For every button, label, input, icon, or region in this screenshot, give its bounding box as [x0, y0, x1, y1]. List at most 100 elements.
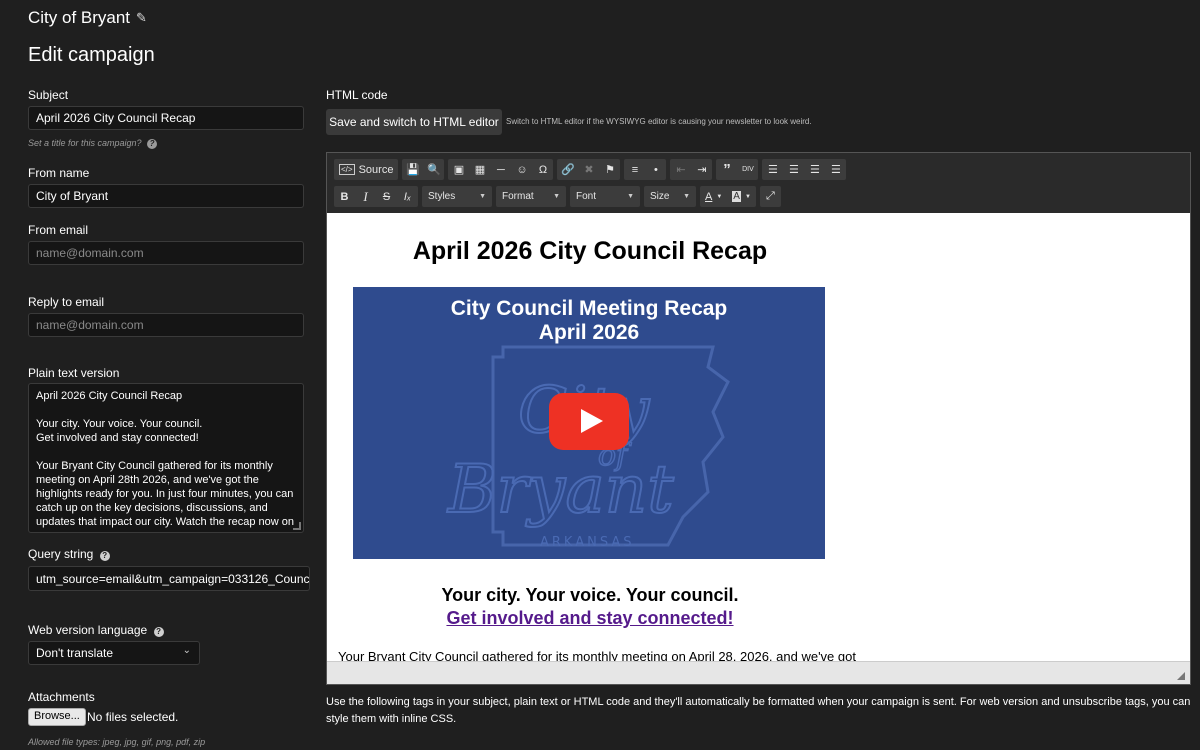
email-preview: April 2026 City Council Recap City of Br…: [335, 213, 856, 661]
align-center-icon[interactable]: ☰: [783, 159, 804, 180]
dropdown-arrow-icon: ▼: [627, 193, 634, 200]
resize-grip-icon[interactable]: [293, 522, 301, 530]
app-title-text: City of Bryant: [28, 8, 131, 27]
html-code-label: HTML code: [326, 88, 388, 102]
attachments-hint: Allowed file types: jpeg, jpg, gif, png,…: [28, 737, 206, 747]
video-title-line: City Council Meeting Recap: [450, 297, 728, 320]
font-dropdown[interactable]: Font ▼: [570, 186, 640, 207]
plain-text-line: [36, 403, 296, 417]
web-language-label: Web version language ?: [28, 623, 164, 637]
editor-toolbar: </> Source 💾 🔍 ▣ ▦ ─ ☺ Ω 🔗 ✖ ⚑ ≡ • ⇤ ⇥ ”…: [327, 153, 1190, 213]
tags-help-text: Use the following tags in your subject, …: [326, 696, 1191, 725]
query-string-input[interactable]: utm_source=email&utm_campaign=033126_Cou…: [28, 566, 310, 591]
attachments-label: Attachments: [28, 690, 95, 704]
maximize-icon[interactable]: ⤢: [760, 186, 781, 207]
web-language-select[interactable]: Don't translate ⌄: [28, 641, 200, 665]
indent-icon[interactable]: ⇥: [691, 159, 712, 180]
query-string-label-text: Query string: [28, 547, 94, 561]
bulleted-list-icon[interactable]: •: [645, 159, 666, 180]
from-name-label: From name: [28, 166, 90, 180]
resize-grip-icon[interactable]: [1177, 672, 1185, 680]
font-label: Font: [576, 191, 597, 202]
web-language-label-text: Web version language: [28, 623, 148, 637]
switch-html-hint: Switch to HTML editor if the WYSIWYG edi…: [506, 117, 812, 126]
play-icon[interactable]: [549, 393, 629, 450]
horizontal-line-icon[interactable]: ─: [490, 159, 511, 180]
video-title: City Council Meeting Recap April 2026: [353, 297, 825, 345]
help-icon[interactable]: ?: [99, 551, 110, 561]
size-dropdown[interactable]: Size ▼: [644, 186, 696, 207]
align-justify-icon[interactable]: ☰: [825, 159, 846, 180]
browse-button[interactable]: Browse...: [28, 708, 86, 726]
subject-label: Subject: [28, 88, 69, 102]
preview-icon[interactable]: 🔍: [423, 159, 444, 180]
align-right-icon[interactable]: ☰: [804, 159, 825, 180]
from-name-input[interactable]: City of Bryant: [28, 184, 304, 208]
reply-to-input[interactable]: name@domain.com: [28, 313, 304, 337]
dropdown-arrow-icon: ▼: [553, 193, 560, 200]
wysiwyg-editor[interactable]: </> Source 💾 🔍 ▣ ▦ ─ ☺ Ω 🔗 ✖ ⚑ ≡ • ⇤ ⇥ ”…: [326, 152, 1191, 685]
bold-button[interactable]: B: [334, 186, 355, 207]
no-files-text: No files selected.: [87, 710, 179, 724]
plain-text-line: [36, 445, 296, 459]
strikethrough-button[interactable]: S: [376, 186, 397, 207]
subject-hint-text: Set a title for this campaign?: [28, 138, 142, 148]
script-bryant-text: Bryant: [447, 451, 674, 528]
anchor-flag-icon[interactable]: ⚑: [599, 159, 620, 180]
align-left-icon[interactable]: ☰: [762, 159, 783, 180]
editor-statusbar: [327, 661, 1190, 684]
from-email-label: From email: [28, 223, 89, 237]
dropdown-arrow-icon: ▼: [683, 193, 690, 200]
background-color-icon[interactable]: A ▼: [727, 186, 756, 207]
source-label: Source: [358, 163, 394, 176]
source-button[interactable]: </> Source: [334, 159, 398, 180]
arkansas-text: ARKANSAS: [540, 535, 634, 550]
get-involved-link[interactable]: Get involved and stay connected!: [335, 608, 845, 629]
special-char-icon[interactable]: Ω: [532, 159, 553, 180]
source-icon: </>: [339, 164, 355, 175]
image-icon[interactable]: ▣: [448, 159, 469, 180]
plain-text-line: Your city. Your voice. Your council.: [36, 418, 203, 430]
plain-text-line: Get involved and stay connected!: [36, 432, 199, 444]
plain-text-textarea[interactable]: April 2026 City Council Recap Your city.…: [28, 383, 304, 533]
link-icon[interactable]: 🔗: [557, 159, 578, 180]
chevron-down-icon: ⌄: [182, 645, 191, 656]
help-icon[interactable]: ?: [147, 139, 158, 149]
dropdown-arrow-icon: ▼: [479, 193, 486, 200]
pencil-icon[interactable]: ✎: [136, 10, 147, 26]
subject-hint: Set a title for this campaign? ?: [28, 138, 158, 149]
format-label: Format: [502, 191, 534, 202]
help-icon[interactable]: ?: [153, 627, 164, 637]
video-title-line: April 2026: [538, 321, 640, 344]
query-string-label: Query string ?: [28, 547, 110, 561]
unlink-icon[interactable]: ✖: [578, 159, 599, 180]
web-language-selected: Don't translate: [36, 646, 113, 660]
blockquote-icon[interactable]: ”: [716, 159, 737, 180]
subject-input[interactable]: April 2026 City Council Recap: [28, 106, 304, 130]
switch-html-editor-button[interactable]: Save and switch to HTML editor: [326, 109, 502, 135]
from-email-input[interactable]: name@domain.com: [28, 241, 304, 265]
size-label: Size: [650, 191, 670, 202]
plain-text-label: Plain text version: [28, 366, 120, 380]
email-body-text: Your Bryant City Council gathered for it…: [338, 649, 856, 661]
italic-button[interactable]: I: [355, 186, 376, 207]
plain-text-line: Your Bryant City Council gathered for it…: [36, 460, 295, 528]
styles-label: Styles: [428, 191, 456, 202]
page-title: Edit campaign: [28, 44, 155, 66]
text-color-icon[interactable]: A ▼: [700, 186, 727, 207]
email-title: April 2026 City Council Recap: [412, 237, 768, 265]
save-icon[interactable]: 💾: [402, 159, 423, 180]
editor-content[interactable]: April 2026 City Council Recap City of Br…: [327, 213, 1190, 661]
reply-to-label: Reply to email: [28, 295, 105, 309]
plain-text-line: April 2026 City Council Recap: [36, 390, 183, 402]
numbered-list-icon[interactable]: ≡: [624, 159, 645, 180]
smiley-icon[interactable]: ☺: [511, 159, 532, 180]
remove-format-icon[interactable]: Iₓ: [397, 186, 418, 207]
video-thumbnail[interactable]: City of Bryant ARKANSAS City Council Mee…: [353, 287, 825, 559]
div-container-icon[interactable]: DIV: [737, 159, 758, 180]
app-title: City of Bryant ✎: [28, 8, 147, 28]
outdent-icon[interactable]: ⇤: [670, 159, 691, 180]
table-icon[interactable]: ▦: [469, 159, 490, 180]
styles-dropdown[interactable]: Styles ▼: [422, 186, 492, 207]
format-dropdown[interactable]: Format ▼: [496, 186, 566, 207]
